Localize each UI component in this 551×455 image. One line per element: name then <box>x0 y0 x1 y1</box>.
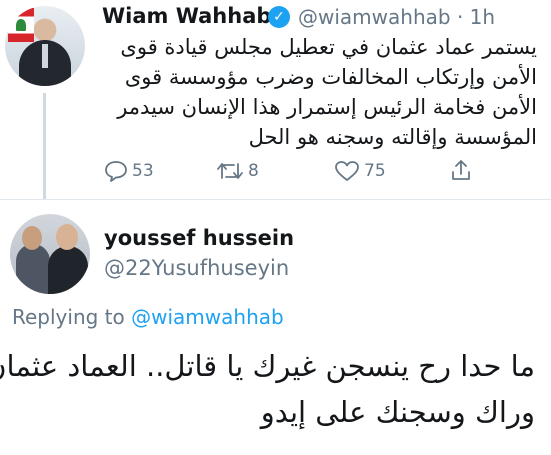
reply-icon <box>105 161 127 182</box>
retweet-icon <box>217 163 243 179</box>
reply-author-name[interactable]: youssef hussein <box>104 226 294 250</box>
tweet-text-line: يستمر عماد عثمان في تعطيل مجلس قيادة قوى <box>120 35 537 59</box>
author-name[interactable]: Wiam Wahhab <box>102 4 271 28</box>
reply-author-avatar[interactable] <box>10 214 90 294</box>
author-avatar[interactable] <box>5 6 85 86</box>
replying-to-mention[interactable]: @wiamwahhab <box>131 305 284 329</box>
tweet-text-line: الأمن فخامة الرئيس إستمرار هذا الإنسان س… <box>117 95 537 119</box>
reply-action[interactable]: 53 <box>104 160 154 182</box>
share-action[interactable] <box>450 158 472 182</box>
reply-author-handle[interactable]: @22Yusufhuseyin <box>104 256 289 280</box>
tweet-text-line: المؤسسة وإقالته وسجنه هو الحل <box>248 125 537 149</box>
tweet-time[interactable]: · 1h <box>457 5 495 29</box>
heart-icon <box>335 161 359 181</box>
flag-icon <box>8 8 34 42</box>
replying-to-label: Replying to @wiamwahhab <box>12 305 284 329</box>
verified-badge-icon: ✓ <box>268 6 290 28</box>
reply-text-line: ما حدا رح ينسجن غيرك يا قاتل.. العماد عث… <box>0 349 535 383</box>
handle-text: @wiamwahhab <box>298 5 451 29</box>
reply-text-line: وراك وسجنك على إيدو <box>260 395 535 429</box>
share-icon <box>452 160 470 180</box>
reply-count: 53 <box>132 161 154 181</box>
tweet-divider <box>0 199 551 200</box>
tweet-text-line: الأمن وإرتكاب المخالفات وضرب مؤوسسة قوى <box>124 65 537 89</box>
like-action[interactable]: 75 <box>334 160 386 182</box>
like-count: 75 <box>364 161 386 181</box>
retweet-count: 8 <box>248 161 259 181</box>
replying-prefix: Replying to <box>12 305 125 329</box>
retweet-action[interactable]: 8 <box>216 160 259 182</box>
thread-connector-line <box>43 93 46 200</box>
author-handle[interactable]: @wiamwahhab · 1h <box>298 5 495 29</box>
